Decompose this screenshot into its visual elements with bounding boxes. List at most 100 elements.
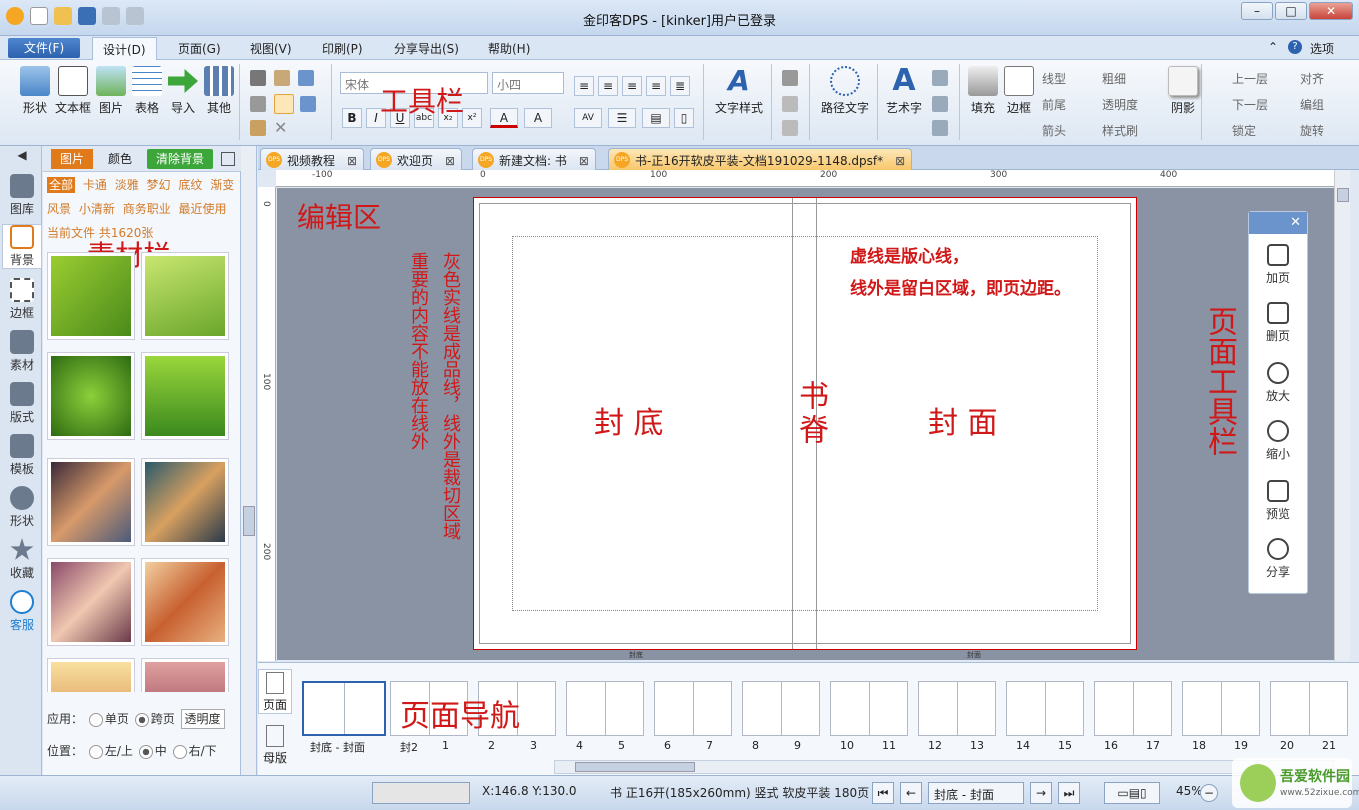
expand-panel-icon[interactable] — [221, 152, 235, 166]
frame-icon[interactable] — [782, 70, 798, 86]
category-gradient[interactable]: 渐变 — [210, 178, 234, 192]
import-button[interactable]: 导入 — [166, 66, 200, 116]
delete-page-button[interactable]: 删页 — [1249, 302, 1307, 344]
text-style-button[interactable]: A 文字样式 — [710, 66, 768, 116]
char-spacing-button[interactable]: AV — [574, 108, 602, 128]
down-layer-button[interactable]: 下一层 — [1232, 96, 1268, 113]
art-fill-icon[interactable] — [932, 96, 948, 112]
single-page-radio[interactable] — [88, 712, 103, 727]
distribute-button[interactable]: ≣ — [670, 76, 690, 96]
lock-button[interactable]: 锁定 — [1232, 122, 1256, 139]
close-tab-icon[interactable]: ⊠ — [347, 154, 357, 168]
sidebar-item-service[interactable]: 客服 — [2, 590, 42, 633]
hand-icon[interactable] — [274, 70, 290, 86]
thumbnail[interactable] — [141, 458, 229, 546]
nav-spread-thumbnail[interactable] — [302, 681, 386, 736]
menu-help[interactable]: 帮助(H) — [488, 40, 530, 57]
pos-center-radio[interactable] — [138, 744, 153, 759]
sidebar-item-background[interactable]: 背景 — [2, 224, 42, 269]
menu-design[interactable]: 设计(D) — [92, 37, 157, 60]
path-text-button[interactable]: 路径文字 — [816, 66, 874, 116]
menu-file[interactable]: 文件(F) — [8, 38, 80, 58]
nav-spread-thumbnail[interactable] — [1270, 681, 1348, 736]
thumbnail[interactable] — [47, 558, 135, 646]
close-tab-icon[interactable]: ⊠ — [445, 154, 455, 168]
sidebar-item-gallery[interactable]: 图库 — [2, 174, 42, 217]
shape-button[interactable]: 形状 — [18, 66, 52, 116]
book-cover-page[interactable]: 虚线是版心线， 线外是留白区域，即页边距。 封 底 书脊 封 面 — [473, 197, 1137, 650]
font-size-adjust-button[interactable]: A — [524, 108, 552, 128]
nav-spread-thumbnail[interactable] — [742, 681, 820, 736]
category-scenery[interactable]: 风景 — [47, 202, 71, 216]
sidebar-item-border[interactable]: 边框 — [2, 278, 42, 321]
view-mode-buttons[interactable]: ▭▤▯ — [1104, 782, 1160, 804]
add-page-button[interactable]: 加页 — [1249, 244, 1307, 286]
delete-x-icon[interactable]: ✕ — [274, 120, 290, 136]
shadow-button[interactable]: 阴影 — [1166, 66, 1200, 116]
zoom-out-status-icon[interactable]: − — [1200, 784, 1218, 802]
sidebar-item-material[interactable]: 素材 — [2, 330, 42, 373]
sidebar-item-shape[interactable]: 形状 — [2, 486, 42, 529]
nav-spread-thumbnail[interactable] — [1094, 681, 1172, 736]
category-recent[interactable]: 最近使用 — [179, 202, 227, 216]
menu-view[interactable]: 视图(V) — [250, 40, 292, 57]
cut-icon[interactable] — [250, 70, 266, 86]
tab-image[interactable]: 图片 — [51, 149, 93, 169]
page-select[interactable]: 封底 - 封面 — [928, 782, 1024, 804]
close-tab-icon[interactable]: ⊠ — [579, 154, 589, 168]
nav-spread-thumbnail[interactable] — [1182, 681, 1260, 736]
minimize-button[interactable]: – — [1241, 2, 1273, 20]
clear-background-button[interactable]: 清除背景 — [147, 149, 213, 169]
thumbnail[interactable] — [47, 458, 135, 546]
doc-tab-current[interactable]: DPS 书-正16开软皮平装-文档191029-1148.dpsf* ⊠ — [608, 148, 913, 170]
art-effect-icon[interactable] — [932, 120, 948, 136]
picker-icon[interactable] — [298, 70, 314, 86]
transparency-button[interactable]: 透明度 — [1102, 96, 1138, 113]
transparency-button[interactable]: 透明度 — [180, 709, 225, 729]
superscript-button[interactable]: x² — [462, 108, 482, 128]
thickness-button[interactable]: 粗细 — [1102, 70, 1126, 87]
up-layer-button[interactable]: 上一层 — [1232, 70, 1268, 87]
doc-tab-new[interactable]: DPS 新建文档: 书 ⊠ — [472, 148, 596, 170]
sidebar-item-layout[interactable]: 版式 — [2, 382, 42, 425]
line-type-button[interactable]: 线型 — [1042, 70, 1066, 87]
art-edit-icon[interactable] — [932, 70, 948, 86]
textbox-button[interactable]: 文本框 — [54, 66, 92, 116]
next-page-button[interactable]: → — [1030, 782, 1052, 804]
align-center-button[interactable]: ≡ — [598, 76, 618, 96]
align-right-button[interactable]: ≡ — [622, 76, 642, 96]
last-page-button[interactable]: ⏭ — [1058, 782, 1080, 804]
thumbnail[interactable] — [141, 252, 229, 340]
prev-page-button[interactable]: ← — [900, 782, 922, 804]
font-color-button[interactable]: A — [490, 108, 518, 128]
close-tab-icon[interactable]: ⊠ — [895, 154, 905, 168]
columns-button[interactable]: ▯ — [674, 108, 694, 128]
align-left-button[interactable]: ≡ — [574, 76, 594, 96]
first-page-button[interactable]: ⏮ — [872, 782, 894, 804]
category-dreamy[interactable]: 梦幻 — [147, 178, 171, 192]
pos-right-radio[interactable] — [172, 744, 187, 759]
line-spacing-button[interactable]: ☰ — [608, 108, 636, 128]
bold-button[interactable]: B — [342, 108, 362, 128]
front-end-button[interactable]: 前尾 — [1042, 96, 1066, 113]
menu-page[interactable]: 页面(G) — [178, 40, 221, 57]
nav-spread-thumbnail[interactable] — [654, 681, 732, 736]
thumbnail[interactable] — [47, 352, 135, 440]
collapse-ribbon-icon[interactable]: ⌃ — [1268, 40, 1278, 54]
align-button[interactable]: 对齐 — [1300, 70, 1324, 87]
thumbnail[interactable] — [141, 352, 229, 440]
thumbnail[interactable] — [141, 658, 229, 692]
category-elegant[interactable]: 淡雅 — [115, 178, 139, 192]
close-button[interactable]: ✕ — [1309, 2, 1353, 20]
category-all[interactable]: 全部 — [47, 177, 76, 193]
sidebar-item-template[interactable]: 模板 — [2, 434, 42, 477]
arrow-button[interactable]: 箭头 — [1042, 122, 1066, 139]
nav-spread-thumbnail[interactable] — [830, 681, 908, 736]
collapse-sidebar-icon[interactable]: ◀ — [2, 148, 42, 162]
justify-button[interactable]: ≡ — [646, 76, 666, 96]
thumbnail[interactable] — [47, 252, 135, 340]
thumbnail[interactable] — [141, 558, 229, 646]
category-business[interactable]: 商务职业 — [123, 202, 171, 216]
table-button[interactable]: 表格 — [130, 66, 164, 116]
horizontal-scrollbar[interactable] — [554, 760, 1334, 774]
